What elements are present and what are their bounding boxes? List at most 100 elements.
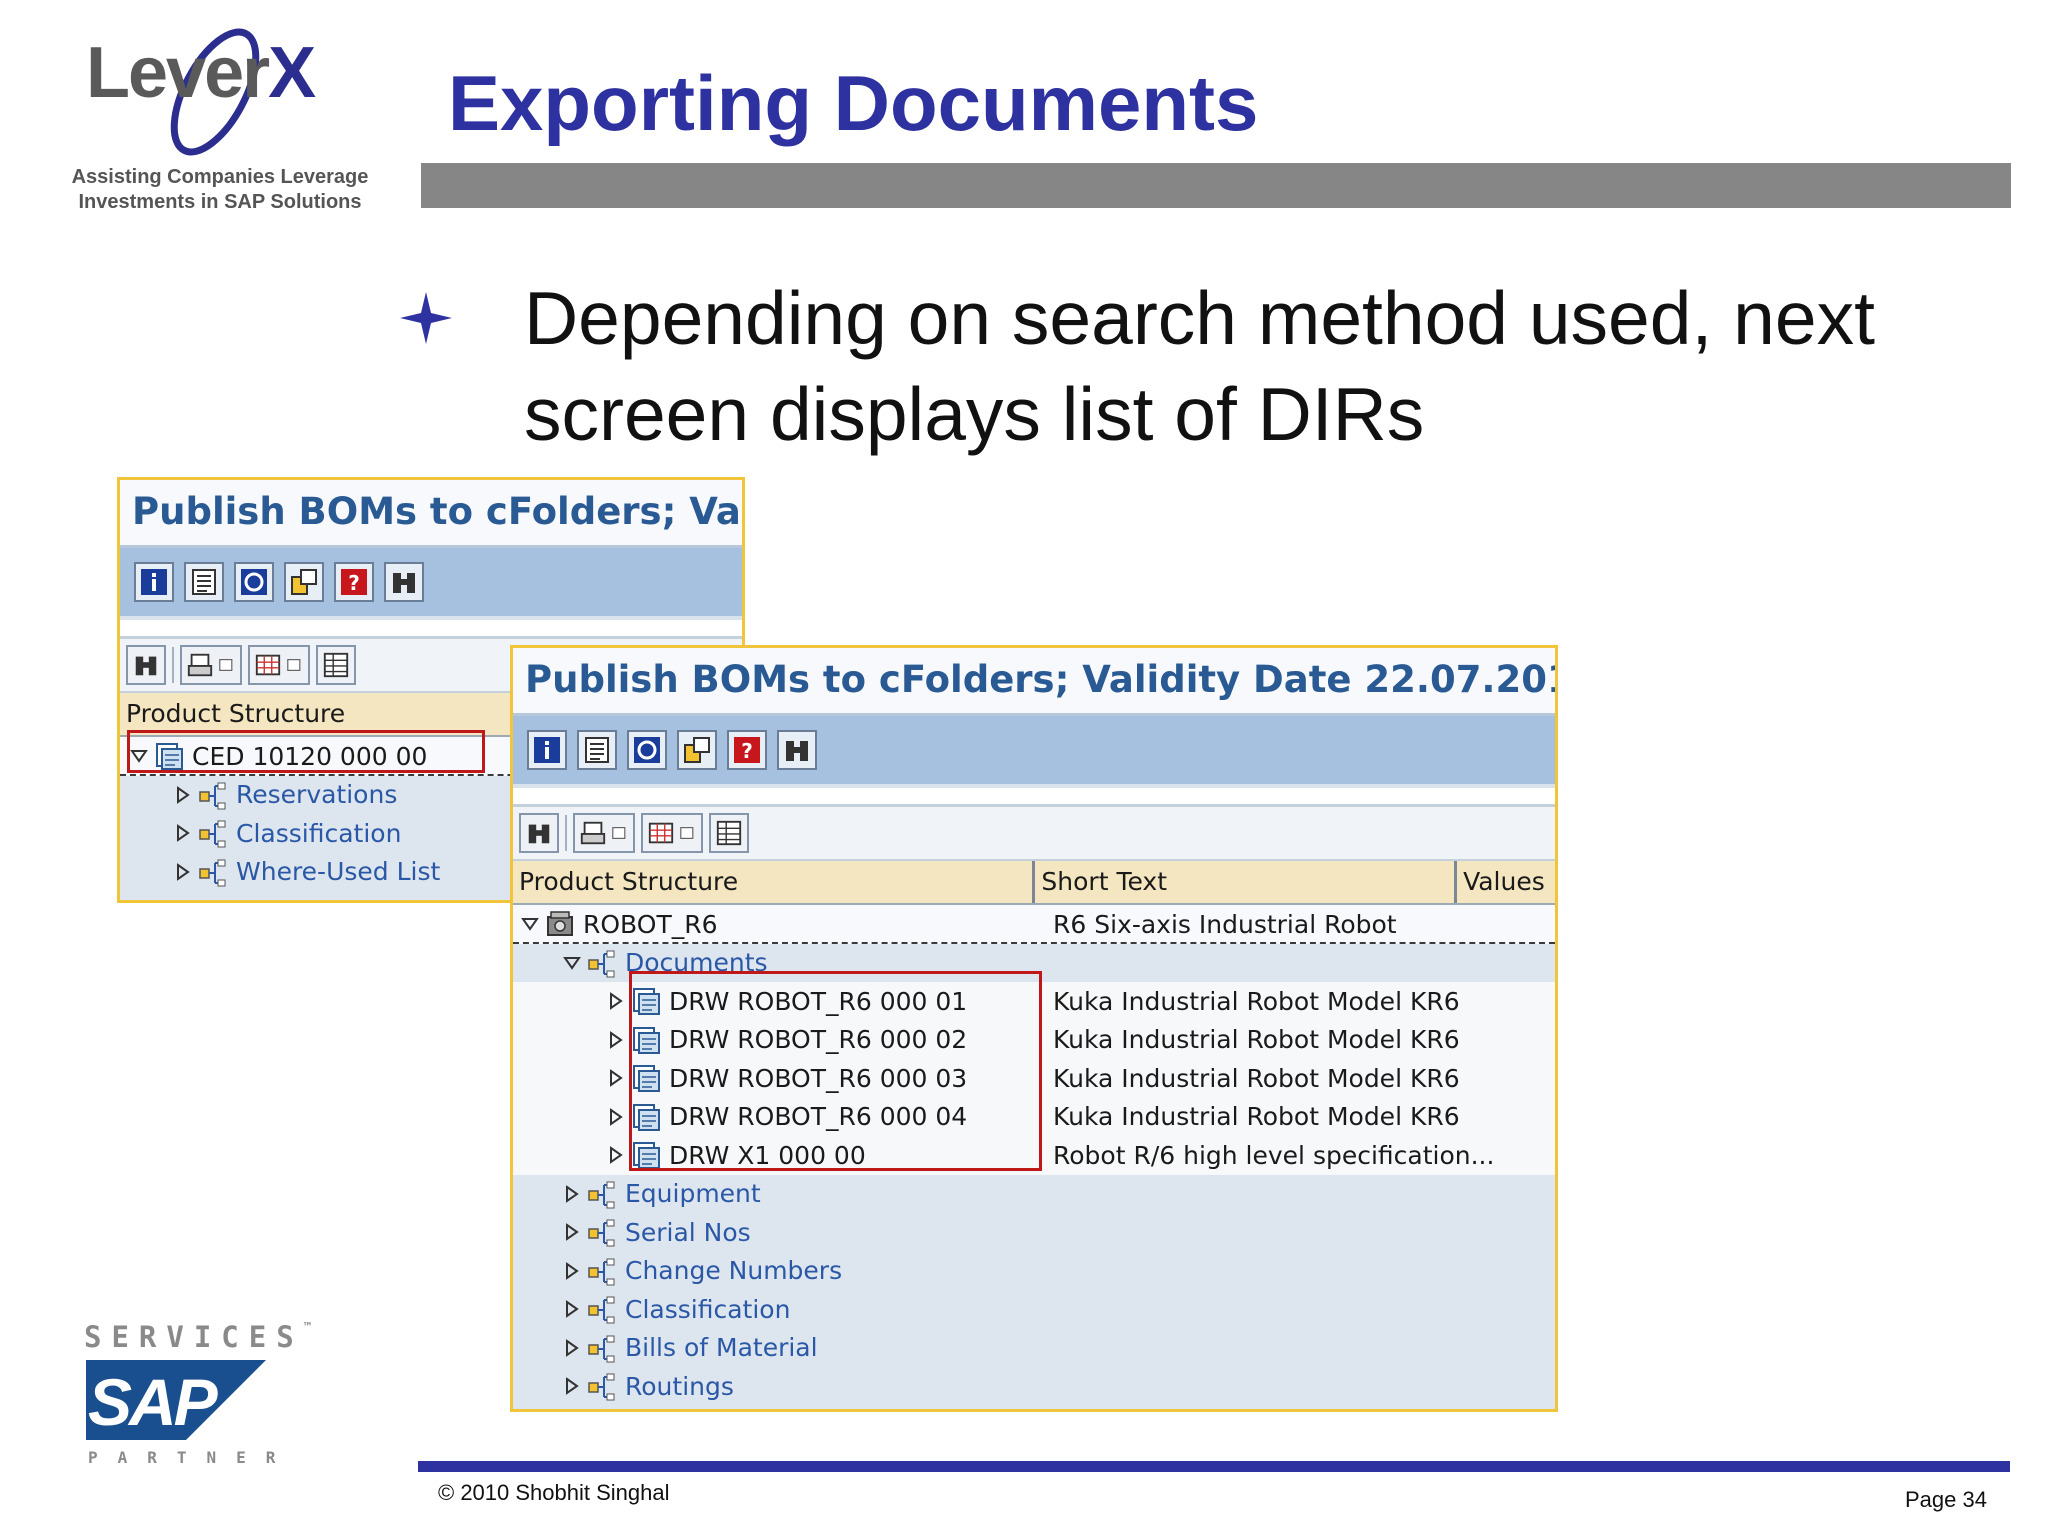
collapsed-caret-icon[interactable] [563, 1300, 581, 1319]
collapsed-caret-icon[interactable] [174, 824, 192, 843]
logo-wordmark: LeverX [86, 33, 316, 113]
collapsed-caret-icon[interactable] [563, 1338, 581, 1357]
collapsed-caret-icon[interactable] [607, 1107, 625, 1126]
info-button[interactable] [527, 730, 567, 770]
binoculars-icon [135, 656, 157, 676]
table-icon [255, 654, 281, 676]
collapsed-caret-icon[interactable] [563, 1377, 581, 1396]
dropdown-icon [219, 659, 233, 671]
application-toolbar: ? [513, 716, 1555, 788]
tree-folder-label: Reservations [236, 780, 398, 810]
list-button[interactable] [184, 562, 224, 602]
tree-folder-label: Classification [625, 1294, 791, 1324]
short-text-cell: Robot R/6 high level specification... [1053, 1140, 1495, 1170]
expanded-caret-icon[interactable] [521, 915, 539, 933]
layout-button[interactable] [709, 813, 749, 853]
sap-wordmark: SAP [88, 1365, 218, 1439]
tree-node-icon [199, 782, 226, 810]
toolbar-separator [565, 815, 567, 851]
collapsed-caret-icon[interactable] [607, 1146, 625, 1165]
print-icon [580, 821, 606, 845]
tree-row-root[interactable]: ROBOT_R6 R6 Six-axis Industrial Robot [513, 905, 1555, 944]
column-header-short-text[interactable]: Short Text [1035, 861, 1458, 903]
logo-tagline-line-1: Assisting Companies Leverage [71, 166, 369, 188]
toolbar-gap [120, 620, 742, 639]
table-button[interactable] [248, 645, 310, 685]
bullet-point: Depending on search method used, next sc… [400, 270, 2008, 462]
sap-partner-text: PARTNER [88, 1448, 296, 1467]
bullet-text: Depending on search method used, next sc… [524, 276, 1875, 456]
help-button[interactable]: ? [727, 730, 767, 770]
sap-services-partner-logo: SERVICES™ SAP PARTNER [84, 1320, 311, 1475]
print-button[interactable] [180, 645, 242, 685]
footer-divider [418, 1461, 2010, 1472]
binoculars-icon [393, 573, 415, 593]
collapsed-caret-icon[interactable] [174, 862, 192, 881]
tree-row-folder[interactable]: Equipment [513, 1175, 1555, 1214]
list-icon [192, 569, 216, 595]
tree-row-folder[interactable]: Serial Nos [513, 1213, 1555, 1252]
tree-folder-label: Classification [236, 818, 402, 848]
highlight-box-documents [629, 971, 1042, 1171]
export-icon [684, 737, 710, 763]
refresh-icon [634, 737, 660, 763]
short-text-cell: Kuka Industrial Robot Model KR6 [1053, 1102, 1460, 1132]
find-button[interactable] [384, 562, 424, 602]
help-icon: ? [341, 569, 367, 595]
info-icon [141, 569, 167, 595]
dropdown-icon [612, 827, 626, 839]
collapsed-caret-icon[interactable] [563, 1261, 581, 1280]
application-toolbar: ? [120, 548, 742, 620]
short-text-cell: Kuka Industrial Robot Model KR6 [1053, 1063, 1460, 1093]
collapsed-caret-icon[interactable] [563, 1223, 581, 1242]
window-title: Publish BOMs to cFolders; Vali [120, 480, 742, 548]
tree-node-icon [588, 1335, 615, 1363]
collapsed-caret-icon[interactable] [563, 1184, 581, 1203]
tree-node-icon [199, 820, 226, 848]
export-button[interactable] [677, 730, 717, 770]
tree-node-icon [588, 1373, 615, 1401]
highlight-box-root [127, 730, 485, 773]
grid-find-button[interactable] [126, 645, 166, 685]
list-icon [585, 737, 609, 763]
tree-node-icon [588, 1181, 615, 1209]
expanded-caret-icon[interactable] [563, 954, 581, 972]
short-text-cell: Kuka Industrial Robot Model KR6 [1053, 1025, 1460, 1055]
find-button[interactable] [777, 730, 817, 770]
sap-services-text: SERVICES™ [84, 1320, 311, 1354]
layout-button[interactable] [316, 645, 356, 685]
list-button[interactable] [577, 730, 617, 770]
column-header-product-structure[interactable]: Product Structure [513, 861, 1036, 903]
collapsed-caret-icon[interactable] [174, 785, 192, 804]
table-icon [648, 822, 674, 844]
print-icon [187, 653, 213, 677]
info-icon [534, 737, 560, 763]
binoculars-icon [528, 824, 550, 844]
tree-row-folder[interactable]: Change Numbers [513, 1252, 1555, 1291]
svg-text:?: ? [741, 739, 753, 763]
collapsed-caret-icon[interactable] [607, 1030, 625, 1049]
info-button[interactable] [134, 562, 174, 602]
table-button[interactable] [641, 813, 703, 853]
refresh-button[interactable] [627, 730, 667, 770]
toolbar-separator [172, 647, 174, 683]
collapsed-caret-icon[interactable] [607, 1069, 625, 1088]
tree-row-folder[interactable]: Bills of Material [513, 1329, 1555, 1368]
tree-node-icon [588, 950, 615, 978]
collapsed-caret-icon[interactable] [607, 992, 625, 1011]
grid-toolbar [513, 807, 1555, 861]
layout-icon [323, 652, 349, 678]
refresh-button[interactable] [234, 562, 274, 602]
help-button[interactable]: ? [334, 562, 374, 602]
print-button[interactable] [573, 813, 635, 853]
grid-find-button[interactable] [519, 813, 559, 853]
tree-row-folder[interactable]: Routings [513, 1367, 1555, 1406]
material-icon [547, 911, 573, 937]
grid-header: Product Structure Short Text Values [513, 861, 1555, 905]
footer-copyright: © 2010 Shobhit Singhal [438, 1480, 670, 1505]
export-button[interactable] [284, 562, 324, 602]
column-header-values[interactable]: Values [1457, 861, 1555, 903]
tree-node-icon [199, 859, 226, 887]
tree-node-icon [588, 1296, 615, 1324]
tree-row-folder[interactable]: Classification [513, 1290, 1555, 1329]
